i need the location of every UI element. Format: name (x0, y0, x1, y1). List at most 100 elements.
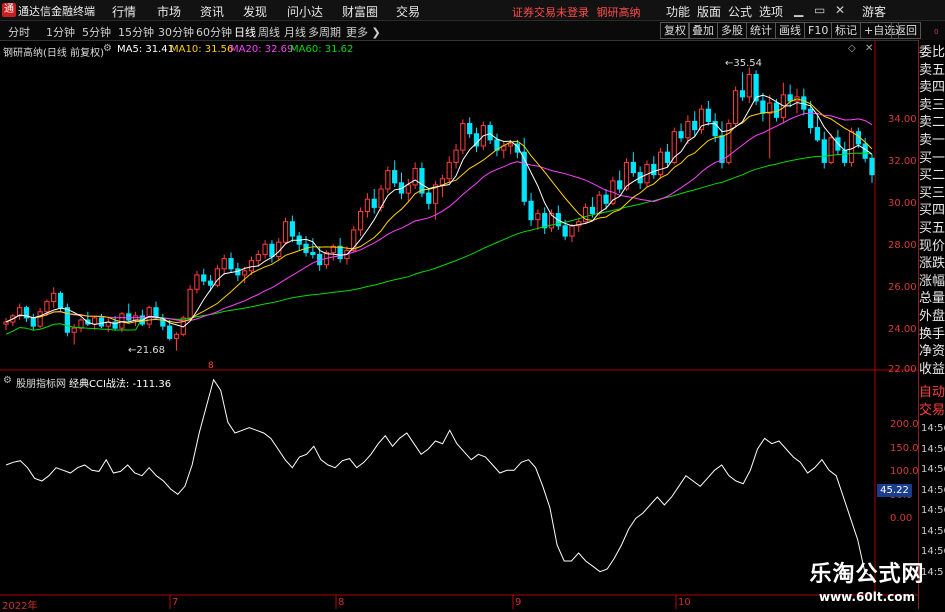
watermark: 乐淘公式网 www.60lt.com (792, 556, 942, 606)
candle-body (664, 151, 671, 163)
candle-body (760, 100, 766, 114)
button-mark[interactable]: 标记 (831, 22, 861, 39)
minimize-icon[interactable]: ▁ (794, 3, 803, 17)
candle-body (842, 149, 848, 163)
menu-function[interactable]: 功能 (666, 3, 690, 20)
candle-body (37, 311, 43, 327)
candle-body (685, 120, 691, 139)
side-item[interactable]: 买二 (919, 167, 945, 185)
kline-chart[interactable] (0, 40, 918, 609)
side-item[interactable]: 卖二 (919, 114, 945, 132)
side-item[interactable]: 买一 (919, 150, 945, 168)
candle-body (658, 151, 664, 176)
side-item[interactable]: 总量 (919, 290, 945, 308)
side-item[interactable]: 卖五 (919, 62, 945, 80)
menu-layout[interactable]: 版面 (697, 3, 721, 20)
menu-item-trade[interactable]: 交易 (396, 3, 420, 20)
low-price-label: ←21.68 (128, 345, 166, 356)
tab-15min[interactable]: 15分钟 (118, 24, 154, 40)
candle-body (262, 243, 268, 255)
menu-item-quotes[interactable]: 行情 (112, 3, 136, 20)
tab-multi-period[interactable]: 多周期 (308, 24, 341, 40)
price-tick: 30.00 (888, 198, 917, 209)
tab-weekly[interactable]: 周线 (258, 24, 280, 40)
menu-item-market[interactable]: 市场 (157, 3, 181, 20)
side-item[interactable]: 收益 (919, 361, 945, 379)
candle-body (228, 258, 234, 270)
side-item[interactable]: 涨跌 (919, 255, 945, 273)
candle-body (412, 168, 418, 186)
side-item[interactable]: 卖三 (919, 97, 945, 115)
side-auto[interactable]: 自动 (919, 384, 945, 402)
menu-item-news[interactable]: 资讯 (200, 3, 224, 20)
candle-body (119, 313, 125, 329)
event-marker[interactable]: 8 (208, 361, 214, 371)
tab-1min[interactable]: 1分钟 (46, 24, 75, 40)
button-f10[interactable]: F10 (804, 22, 833, 39)
candle-body (51, 292, 57, 303)
high-price-value: 35.54 (733, 58, 763, 69)
button-draw-line[interactable]: 画线 (775, 22, 805, 39)
menu-formula[interactable]: 公式 (728, 3, 752, 20)
candle-body (92, 317, 98, 325)
button-overlay[interactable]: 叠加 (688, 22, 718, 39)
side-trade[interactable]: 交易 (919, 402, 945, 420)
tab-more[interactable]: 更多 ❯ (346, 24, 381, 40)
candle-body (603, 194, 609, 204)
side-item[interactable]: 卖一 (919, 132, 945, 150)
close-icon[interactable]: ✕ (835, 3, 845, 17)
candle-body (255, 253, 261, 262)
indicator-settings-icon[interactable]: ⚙ (3, 375, 12, 386)
candle-body (167, 325, 173, 339)
chevron-right-icon: ❯ (371, 26, 381, 39)
tab-monthly[interactable]: 月线 (284, 24, 306, 40)
candle-body (535, 213, 541, 221)
tab-30min[interactable]: 30分钟 (158, 24, 194, 40)
tab-5min[interactable]: 5分钟 (82, 24, 111, 40)
ma10-line (5, 98, 873, 324)
settings-icon[interactable]: ⚙ (103, 43, 112, 54)
diamond-icon[interactable]: ◇ (848, 43, 856, 54)
button-back[interactable]: 返回 (891, 22, 921, 39)
candle-body (17, 307, 23, 317)
side-item[interactable]: 外盘 (919, 308, 945, 326)
side-item[interactable]: 换手 (919, 326, 945, 344)
candle-body (385, 170, 391, 190)
side-item[interactable]: 买五 (919, 220, 945, 238)
button-multi-stock[interactable]: 多股 (717, 22, 747, 39)
restore-icon[interactable]: ▭ (814, 3, 825, 17)
button-statistics[interactable]: 统计 (746, 22, 776, 39)
close-panel-icon[interactable]: ✕ (865, 43, 873, 54)
side-item[interactable]: 卖四 (919, 79, 945, 97)
menu-item-wealth[interactable]: 财富圈 (342, 3, 378, 20)
menu-item-ask[interactable]: 问小达 (287, 3, 323, 20)
button-adjust[interactable]: 复权 (660, 22, 690, 39)
side-item[interactable]: 现价 (919, 238, 945, 256)
cci-tick: 200.0 (890, 419, 919, 430)
side-item[interactable]: 涨幅 (919, 273, 945, 291)
tab-timeshare[interactable]: 分时 (8, 24, 30, 40)
candle-body (78, 319, 84, 329)
side-item[interactable]: 净资 (919, 343, 945, 361)
menu-options[interactable]: 选项 (759, 3, 783, 20)
candle-body (364, 198, 371, 213)
indicator-formula: 经典CCI战法: -111.36 (69, 379, 172, 390)
candle-body (862, 143, 868, 159)
tab-60min[interactable]: 60分钟 (196, 24, 232, 40)
x-tick: 8 (338, 597, 345, 608)
side-item[interactable]: 买四 (919, 202, 945, 220)
side-item[interactable]: 委比 (919, 44, 945, 62)
candle-body (678, 131, 684, 139)
ma20-line (5, 112, 873, 323)
side-small-top: 0 (934, 28, 939, 36)
side-item[interactable]: 买三 (919, 185, 945, 203)
candle-body (337, 245, 343, 260)
side-time: 14:56 (921, 505, 945, 516)
menu-item-discover[interactable]: 发现 (243, 3, 267, 20)
side-time: 14:56 (921, 423, 945, 434)
tab-daily[interactable]: 日线 (234, 24, 256, 40)
candle-body (173, 333, 180, 339)
user-status[interactable]: 游客 (862, 3, 886, 20)
candle-body (207, 280, 214, 286)
login-status[interactable]: 证券交易未登录 钢研高纳 (512, 4, 641, 20)
